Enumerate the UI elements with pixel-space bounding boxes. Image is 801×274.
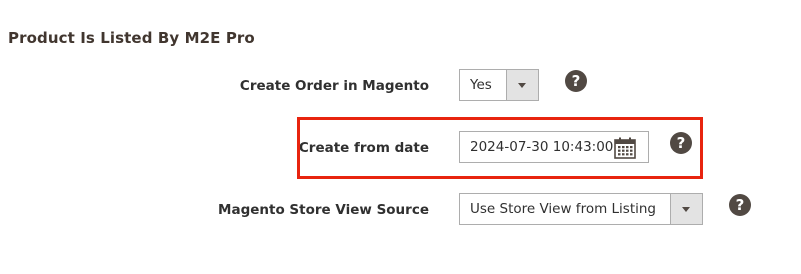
- store-view-source-select[interactable]: Use Store View from Listing: [459, 193, 703, 225]
- help-icon[interactable]: ?: [729, 194, 751, 216]
- order-settings-panel: Product Is Listed By M2E Pro Create Orde…: [0, 0, 801, 274]
- create-order-dropdown-toggle[interactable]: [506, 70, 538, 100]
- store-view-source-value: Use Store View from Listing: [470, 201, 656, 217]
- create-order-value: Yes: [470, 77, 492, 93]
- store-view-source-dropdown-toggle[interactable]: [670, 194, 702, 224]
- create-order-row: Create Order in Magento Yes ?: [0, 69, 801, 103]
- highlight-box: [297, 117, 703, 179]
- store-view-source-row: Magento Store View Source Use Store View…: [0, 193, 801, 227]
- chevron-down-icon: [682, 207, 690, 212]
- create-order-label: Create Order in Magento: [239, 78, 429, 94]
- chevron-down-icon: [518, 83, 526, 88]
- create-order-select[interactable]: Yes: [459, 69, 539, 101]
- section-title: Product Is Listed By M2E Pro: [8, 29, 255, 47]
- help-icon[interactable]: ?: [565, 70, 587, 92]
- store-view-source-label: Magento Store View Source: [218, 202, 429, 218]
